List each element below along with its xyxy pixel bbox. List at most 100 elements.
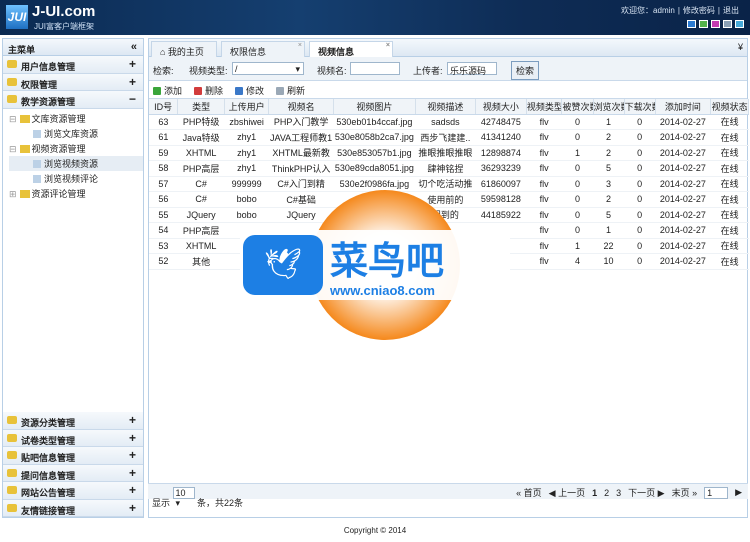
column-header[interactable]: 类型 — [177, 99, 225, 115]
table-cell: 其他 — [177, 253, 225, 270]
table-cell: 1 — [561, 145, 594, 161]
expand-icon[interactable]: + — [129, 413, 136, 427]
column-header[interactable]: 上传用户 — [224, 99, 270, 115]
theme-swatch[interactable] — [723, 20, 732, 28]
toolbar-icon — [235, 87, 244, 95]
accordion-header[interactable]: 友情链接管理 + — [3, 499, 143, 517]
tab[interactable]: 视频信息 × — [309, 41, 393, 57]
page-size-select[interactable]: 10 ▾ — [172, 487, 195, 508]
toolbar-button[interactable]: 添加 — [153, 84, 182, 96]
goto-page-input[interactable]: 1 — [704, 486, 729, 499]
last-page-link[interactable]: 末页 » — [672, 486, 698, 499]
accordion-header[interactable]: 权限管理 + — [3, 73, 143, 91]
page-link[interactable]: 2 — [604, 488, 609, 498]
page-link[interactable]: 1 — [592, 488, 597, 498]
toolbar-button[interactable]: 刷新 — [276, 84, 305, 96]
video-type-select[interactable]: / ▾ — [232, 62, 304, 75]
accordion-header[interactable]: 教学资源管理 − — [3, 91, 143, 109]
column-header[interactable]: 视频图片 — [333, 99, 416, 115]
table-cell: 2014-02-27 — [655, 160, 711, 177]
table-cell: 44185922 — [475, 207, 527, 223]
folder-icon — [7, 77, 17, 86]
column-header[interactable]: 视频描述 — [415, 99, 476, 115]
expand-icon[interactable]: + — [129, 501, 136, 515]
video-name-input[interactable] — [350, 62, 400, 75]
close-tab-icon[interactable]: × — [298, 42, 302, 49]
tree-item[interactable]: 浏览视频评论 — [9, 171, 143, 186]
tab[interactable]: 权限信息 × — [221, 41, 305, 57]
collapse-sidebar-button[interactable]: « — [131, 41, 137, 53]
table-row[interactable]: 59 XHTML zhy1 XHTML最新教 530e853057b1.jpg 推眼推眼推… — [149, 145, 749, 161]
table-cell: 2014-02-27 — [655, 191, 711, 208]
goto-page-button[interactable]: ▶ — [735, 487, 742, 498]
tree-toggle-icon[interactable]: ⊟ — [9, 114, 17, 124]
table-cell: 530e2f0986fa.jpg — [333, 176, 416, 192]
table-cell: 0 — [624, 176, 656, 192]
tab[interactable]: ⌂ 我的主页 — [151, 41, 217, 57]
table-row[interactable]: 61 Java特级 zhy1 JAVA工程师教1 530e8058b2ca7.jpg 西步… — [149, 129, 749, 146]
tree-toggle-icon[interactable]: ⊞ — [9, 189, 17, 199]
accordion-header[interactable]: 提问信息管理 + — [3, 464, 143, 482]
expand-icon[interactable]: + — [129, 431, 136, 445]
first-page-link[interactable]: « 首页 — [516, 486, 542, 499]
column-header[interactable]: 添加时间 — [655, 99, 712, 115]
accordion-header[interactable]: 用户信息管理 + — [3, 56, 143, 74]
table-cell — [333, 238, 416, 254]
table-row[interactable]: 56 C# bobo C#基础 使用前的 59598128 flv 0 2 0 2014-02-27… — [149, 191, 749, 208]
search-button[interactable]: 检索 — [511, 61, 540, 80]
table-row[interactable]: 57 C# 999999 C#入门到精 530e2f0986fa.jpg 切个吃活动推 61… — [149, 176, 749, 192]
table-cell: 1 — [593, 222, 625, 239]
column-header[interactable]: 视频状态 — [710, 99, 749, 115]
expand-icon[interactable]: + — [129, 483, 136, 497]
toolbar-button[interactable]: 修改 — [235, 84, 264, 96]
table-cell: 58 — [149, 160, 178, 177]
table-cell: 63 — [149, 114, 178, 130]
column-header[interactable]: 视频名 — [268, 99, 334, 115]
tree-item[interactable]: ⊟ 文库资源管理 — [9, 111, 143, 126]
toolbar-button[interactable]: 删除 — [194, 84, 223, 96]
column-header[interactable]: 浏览次数 — [593, 99, 625, 115]
uploader-input[interactable]: 乐乐源码 — [447, 62, 497, 76]
table-row[interactable]: 54 PHP高层 flv 0 1 0 2014-02-27 在线 — [149, 222, 749, 239]
folder-icon — [7, 486, 17, 494]
tree-item[interactable]: ⊞ 资源评论管理 — [9, 186, 143, 201]
table-cell: 530eb01b4ccaf.jpg — [333, 114, 416, 130]
prev-page-link[interactable]: ◀ 上一页 — [549, 486, 585, 499]
expand-icon[interactable]: − — [129, 92, 136, 106]
table-row[interactable]: 53 XHTML w flv 1 22 0 2014-02-27 在线 — [149, 238, 749, 254]
theme-swatch[interactable] — [711, 20, 720, 28]
theme-swatch[interactable] — [699, 20, 708, 28]
accordion-header[interactable]: 资源分类管理 + — [3, 412, 143, 430]
column-header[interactable]: 被赞次数 — [561, 99, 594, 115]
next-page-link[interactable]: 下一页 ▶ — [628, 486, 664, 499]
table-row[interactable]: 58 PHP高层 zhy1 ThinkPHP认入 530e89cda8051.jpg 肆神… — [149, 160, 749, 177]
theme-swatch[interactable] — [687, 20, 696, 28]
table-cell: 22 — [593, 238, 625, 254]
column-header[interactable]: 视频类型 — [526, 99, 563, 115]
table-row[interactable]: 55 JQuery bobo JQuery 门到的 44185922 flv 0 5 0 2014-… — [149, 207, 749, 223]
table-cell: 530e8058b2ca7.jpg — [333, 129, 416, 146]
accordion-header[interactable]: 贴吧信息管理 + — [3, 447, 143, 465]
expand-icon[interactable]: + — [129, 448, 136, 462]
tree-item[interactable]: ⊟ 视频资源管理 — [9, 141, 143, 156]
accordion-header[interactable]: 试卷类型管理 + — [3, 429, 143, 447]
expand-icon[interactable]: + — [129, 75, 136, 89]
expand-icon[interactable]: + — [129, 57, 136, 71]
close-tab-icon[interactable]: × — [386, 42, 390, 49]
column-header[interactable]: 视频大小 — [475, 99, 527, 115]
expand-icon[interactable]: + — [129, 466, 136, 480]
table-row[interactable]: 52 其他 w flv 4 10 0 2014-02-27 在线 — [149, 253, 749, 270]
logout-link[interactable]: 退出 — [723, 6, 739, 15]
tree-item[interactable]: 浏览视频资源 — [9, 155, 143, 171]
tree-item[interactable]: 浏览文库资源 — [9, 126, 143, 141]
column-header[interactable]: 下载次数 — [624, 99, 656, 115]
tree-toggle-icon[interactable]: ⊟ — [9, 144, 17, 154]
column-header[interactable]: ID号 — [149, 99, 179, 115]
page-link[interactable]: 3 — [616, 488, 621, 498]
table-row[interactable]: 63 PHP特级 zbshiwei PHP入门教学 530eb01b4ccaf.jpg s… — [149, 114, 749, 130]
theme-swatch[interactable] — [735, 20, 744, 28]
folder-icon — [7, 468, 17, 477]
tabs-more-icon[interactable]: ¥ — [738, 42, 743, 52]
change-password-link[interactable]: 修改密码 — [683, 6, 715, 15]
accordion-header[interactable]: 网站公告管理 + — [3, 482, 143, 500]
